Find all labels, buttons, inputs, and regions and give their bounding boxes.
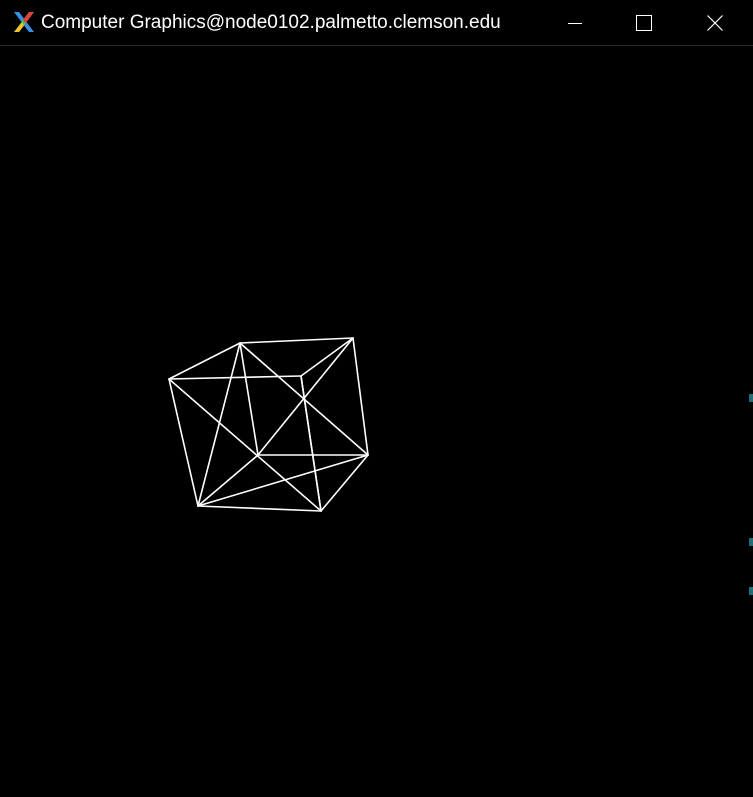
cube-edge: [168, 342, 241, 380]
cube-diagonal: [257, 337, 354, 456]
edge-marker: [749, 394, 753, 402]
minimize-icon: [568, 22, 582, 24]
cube-edge: [239, 342, 259, 456]
x-window-system-icon: [14, 12, 34, 32]
edge-marker: [749, 538, 753, 546]
window-title: Computer Graphics@node0102.palmetto.clem…: [41, 12, 501, 33]
app-window: Computer Graphics@node0102.palmetto.clem…: [0, 0, 753, 797]
maximize-icon: [636, 14, 652, 31]
edge-marker: [749, 587, 753, 595]
close-icon: [707, 14, 723, 31]
title-bar[interactable]: Computer Graphics@node0102.palmetto.clem…: [0, 0, 753, 46]
close-button[interactable]: [680, 0, 750, 45]
minimize-button[interactable]: [540, 0, 610, 45]
cube-diagonal: [300, 375, 322, 512]
cube-edge: [239, 337, 354, 344]
cube-edge: [352, 337, 369, 456]
window-edge-strip: [749, 46, 753, 797]
cube-diagonal: [197, 454, 369, 507]
cube-edge: [197, 454, 259, 507]
cube-edge: [320, 454, 369, 512]
cube-diagonal: [197, 342, 241, 507]
maximize-button[interactable]: [609, 0, 679, 45]
render-canvas[interactable]: [0, 46, 753, 797]
wireframe-cube: [168, 337, 369, 512]
cube-edge: [197, 505, 322, 512]
cube-edge: [168, 378, 199, 507]
